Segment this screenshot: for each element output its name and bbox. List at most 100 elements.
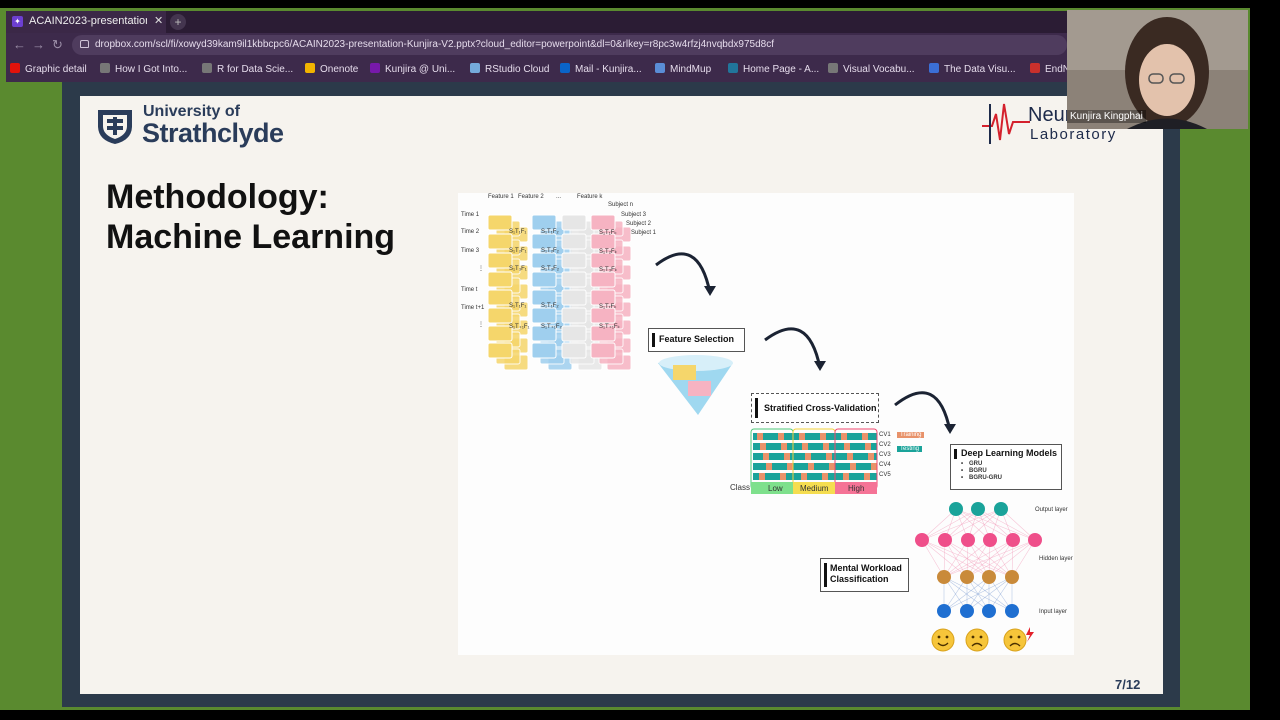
time-label: ⋮ bbox=[478, 266, 484, 272]
feature-cell bbox=[561, 289, 587, 306]
diagram-graphics bbox=[487, 214, 1042, 652]
input-neuron bbox=[982, 604, 996, 618]
feature-cell bbox=[487, 342, 513, 359]
input-layer-label: Input layer bbox=[1039, 609, 1068, 615]
cv-training-block bbox=[759, 473, 765, 480]
feature-cell-label: S₁T₃F₂ bbox=[541, 266, 560, 272]
feature-cell bbox=[590, 214, 616, 231]
onenote-icon bbox=[305, 63, 315, 73]
hidden-neuron bbox=[915, 533, 929, 547]
face-eye bbox=[945, 635, 949, 639]
output-neuron bbox=[994, 502, 1008, 516]
bookmark-item[interactable]: Home Page - A... bbox=[728, 63, 819, 75]
feature-cell bbox=[561, 271, 587, 288]
rstudio-icon bbox=[470, 63, 480, 73]
time-label: Time 2 bbox=[461, 229, 480, 235]
cv-training-block bbox=[865, 443, 871, 450]
face-eye bbox=[1017, 635, 1021, 639]
dl-bullet: • bbox=[961, 475, 964, 481]
bookmark-item[interactable]: How I Got Into... bbox=[100, 63, 187, 75]
browser-tab[interactable]: ✦ ACAIN2023-presentation ✕ bbox=[6, 11, 166, 33]
cv-training-block bbox=[844, 443, 850, 450]
cv-training-block bbox=[781, 443, 787, 450]
feature-selection-box: Feature Selection bbox=[648, 328, 745, 352]
hidden-neuron bbox=[1028, 533, 1042, 547]
endnote-icon bbox=[1030, 63, 1040, 73]
dropbox-icon: ✦ bbox=[12, 16, 23, 27]
bookmark-item[interactable]: Mail - Kunjira... bbox=[560, 63, 642, 75]
class-high: High bbox=[848, 484, 865, 493]
neuro-lab-logo-icon bbox=[982, 103, 1030, 144]
arrow-head-icon bbox=[944, 424, 956, 434]
bookmark-item[interactable]: EndN bbox=[1030, 63, 1070, 75]
bookmark-label: Onenote bbox=[320, 64, 359, 75]
slide-title-line2: Machine Learning bbox=[106, 218, 396, 256]
university-name: Strathclyde bbox=[142, 118, 284, 148]
feature-cell-label: S₁T₁F₂ bbox=[541, 229, 559, 235]
bookmark-item[interactable]: Onenote bbox=[305, 63, 358, 75]
close-tab-icon[interactable]: ✕ bbox=[154, 14, 163, 27]
funnel-feature-pink bbox=[688, 381, 711, 396]
cv-training-block bbox=[823, 443, 829, 450]
cv-training-block bbox=[841, 433, 847, 440]
forward-icon[interactable]: → bbox=[32, 37, 45, 52]
bookmark-item[interactable]: Visual Vocabu... bbox=[828, 63, 915, 75]
dl-item-gru: GRU bbox=[969, 461, 983, 467]
class-medium: Medium bbox=[800, 484, 829, 493]
methodology-diagram: Feature 1 Feature 2 ... Feature k Subjec… bbox=[458, 193, 1074, 655]
mindmup-icon bbox=[655, 63, 665, 73]
cv-label: CV4 bbox=[879, 462, 891, 468]
bookmark-item[interactable]: RStudio Cloud bbox=[470, 63, 549, 75]
cv-training-block bbox=[787, 463, 793, 470]
time-label: Time t bbox=[461, 287, 478, 293]
feature-cell-label: S₁T₂Fₖ bbox=[599, 249, 618, 255]
curved-arrow-icon bbox=[655, 252, 712, 294]
bookmark-item[interactable]: Graphic detail bbox=[10, 63, 87, 75]
feature-cell-label: S₁TₜFₖ bbox=[599, 304, 617, 310]
cv-label: CV1 bbox=[879, 432, 891, 438]
cv-training-block bbox=[805, 453, 811, 460]
bookmark-label: Mail - Kunjira... bbox=[575, 64, 642, 75]
feature-cell bbox=[561, 325, 587, 342]
bookmark-item[interactable]: The Data Visu... bbox=[929, 63, 1016, 75]
feature-cell bbox=[590, 271, 616, 288]
deep-learning-title: Deep Learning Models bbox=[961, 448, 1058, 458]
url-text[interactable]: dropbox.com/scl/fi/xowyd39kam9il1kbbcpc6… bbox=[95, 39, 774, 50]
feature-cell bbox=[531, 233, 557, 250]
dl-item-bgru: BGRU bbox=[969, 468, 987, 474]
back-icon[interactable]: ← bbox=[13, 37, 26, 52]
feature-cell bbox=[487, 271, 513, 288]
subject-n-label: Subject n bbox=[608, 202, 634, 208]
feature-selection-label: Feature Selection bbox=[659, 334, 735, 344]
reload-icon[interactable]: ↻ bbox=[52, 37, 63, 53]
arrow-head-icon bbox=[814, 361, 826, 371]
feature-cell bbox=[531, 271, 557, 288]
onenote-icon bbox=[370, 63, 380, 73]
subject-1-label: Subject 1 bbox=[631, 230, 657, 236]
mwc-line2: Classification bbox=[830, 574, 889, 584]
feature-header-k: Feature k bbox=[577, 194, 603, 200]
cv-training-block bbox=[763, 453, 769, 460]
dl-bullet: • bbox=[961, 461, 964, 467]
bookmark-item[interactable]: MindMup bbox=[655, 63, 711, 75]
feature-cell bbox=[487, 214, 513, 231]
legend-testing: Testing bbox=[897, 446, 923, 452]
bookmark-item[interactable]: R for Data Scie... bbox=[202, 63, 293, 75]
feature-cell-label: S₁T₊₁F₁ bbox=[509, 324, 530, 330]
output-layer-label: Output layer bbox=[1035, 507, 1068, 513]
wordpress-icon bbox=[728, 63, 738, 73]
funnel-feature-yellow bbox=[673, 365, 696, 380]
slide-title-line1: Methodology: bbox=[106, 178, 329, 216]
hidden-neuron bbox=[983, 533, 997, 547]
chart-icon bbox=[929, 63, 939, 73]
hidden-neuron bbox=[961, 533, 975, 547]
cv-training-block bbox=[847, 453, 853, 460]
new-tab-button[interactable]: + bbox=[170, 14, 186, 30]
strathclyde-crest-icon bbox=[98, 110, 132, 144]
globe-icon bbox=[828, 63, 838, 73]
cv-label: CV5 bbox=[879, 472, 891, 478]
bookmark-label: Visual Vocabu... bbox=[843, 64, 915, 75]
hidden-neuron bbox=[1006, 533, 1020, 547]
bookmark-item[interactable]: Kunjira @ Uni... bbox=[370, 63, 455, 75]
sad-face-icon bbox=[965, 628, 989, 652]
